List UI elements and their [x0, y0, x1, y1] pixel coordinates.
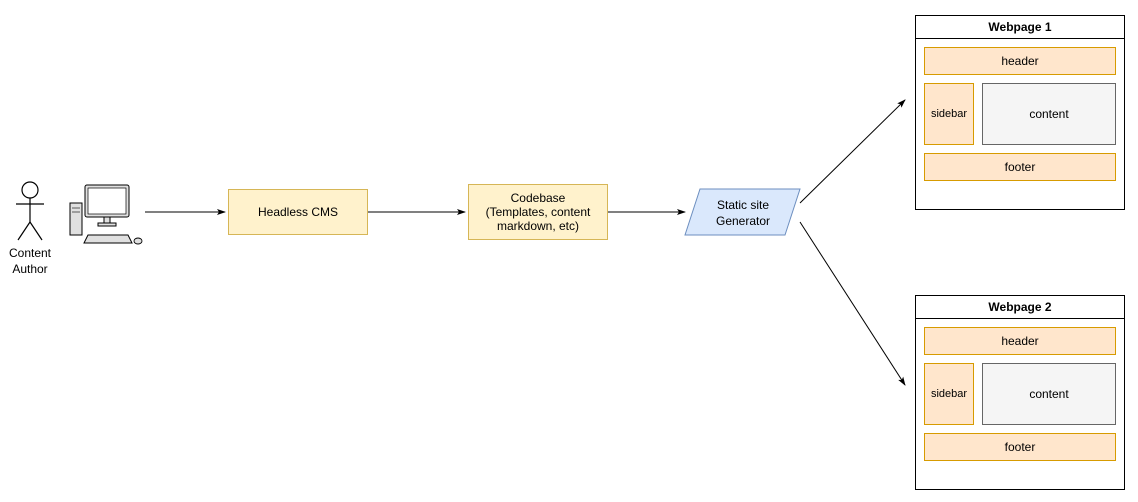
webpage-1-container: Webpage 1 header sidebar content footer — [915, 15, 1125, 210]
headless-cms-label: Headless CMS — [258, 205, 338, 219]
webpage-1-title: Webpage 1 — [916, 16, 1124, 39]
webpage-1-footer: footer — [924, 153, 1116, 181]
arrow-ssg-to-page2 — [800, 222, 905, 385]
ssg-label: Static siteGenerator — [702, 198, 784, 229]
codebase-label: Codebase(Templates, contentmarkdown, etc… — [486, 191, 591, 233]
codebase-node: Codebase(Templates, contentmarkdown, etc… — [468, 184, 608, 240]
webpage-2-sidebar: sidebar — [924, 363, 974, 425]
arrow-ssg-to-page1 — [800, 100, 905, 203]
webpage-2-content: content — [982, 363, 1116, 425]
content-author-icon — [16, 182, 44, 240]
content-author-label: ContentAuthor — [8, 246, 52, 277]
webpage-1-sidebar: sidebar — [924, 83, 974, 145]
diagram-canvas: ContentAuthor Headless CMS Codebase(Temp… — [0, 0, 1138, 502]
webpage-2-footer: footer — [924, 433, 1116, 461]
webpage-1-header: header — [924, 47, 1116, 75]
webpage-2-container: Webpage 2 header sidebar content footer — [915, 295, 1125, 490]
headless-cms-node: Headless CMS — [228, 189, 368, 235]
webpage-1-content: content — [982, 83, 1116, 145]
webpage-2-header: header — [924, 327, 1116, 355]
computer-icon — [70, 185, 142, 244]
webpage-2-title: Webpage 2 — [916, 296, 1124, 319]
